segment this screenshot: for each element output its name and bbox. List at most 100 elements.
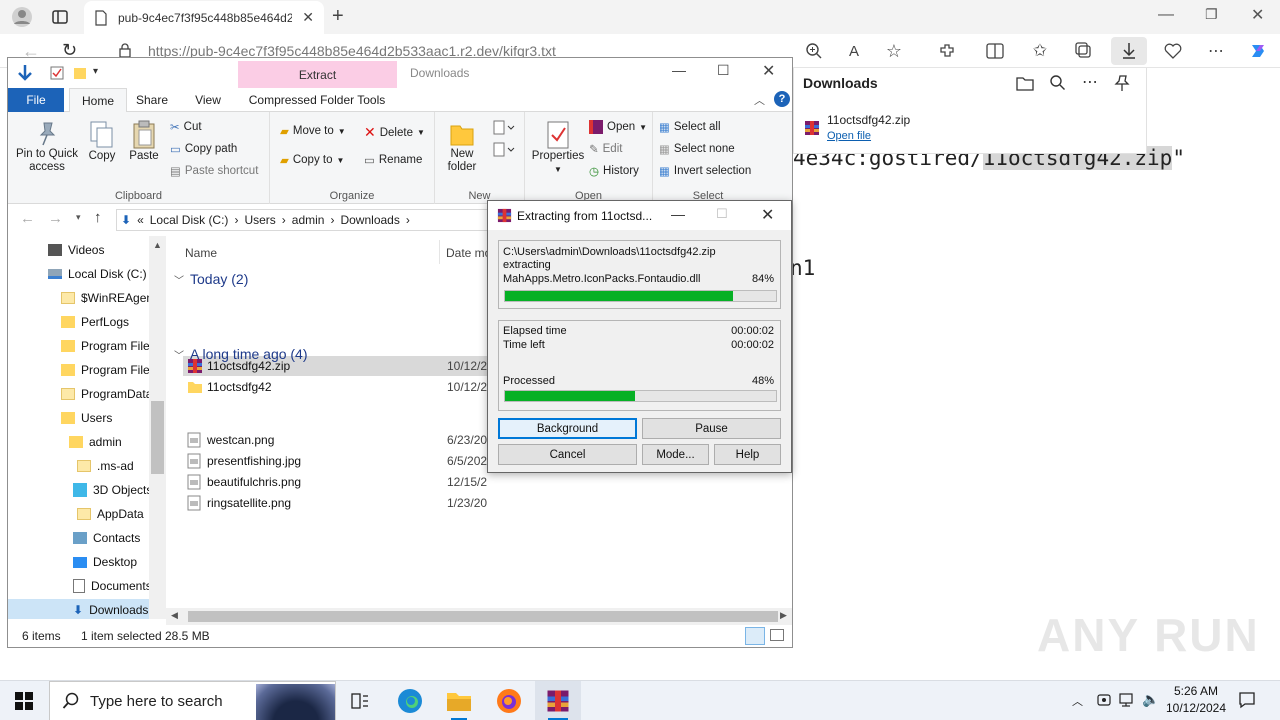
properties-button[interactable]: Properties ▼ [532, 120, 584, 176]
breadcrumb-local-disk[interactable]: Local Disk (C:) [150, 213, 229, 227]
quick-access-down-icon[interactable] [17, 64, 33, 82]
select-none-button[interactable]: ▦ Select none [659, 142, 735, 156]
paste-button[interactable]: Paste [126, 120, 162, 163]
move-to-button[interactable]: ▰ Move to ▼ [280, 124, 346, 138]
background-button[interactable]: Background [498, 418, 637, 439]
tab-actions-icon[interactable] [51, 8, 69, 26]
tab-home[interactable]: Home [69, 88, 127, 113]
up-arrow-icon[interactable]: ↑ [94, 209, 102, 226]
more-menu-icon[interactable]: ⋯ [1205, 40, 1227, 62]
nav-item-contacts[interactable]: Contacts [73, 527, 140, 549]
horizontal-scrollbar-thumb[interactable] [188, 611, 778, 622]
help-icon[interactable]: ? [774, 91, 790, 107]
favorite-star-icon[interactable]: ☆ [883, 40, 905, 62]
maximize-explorer-icon[interactable]: ☐ [717, 62, 730, 79]
new-item-icon[interactable] [493, 120, 515, 136]
nav-item-downloads[interactable]: ⬇ Downloads [8, 599, 149, 619]
column-divider[interactable] [439, 240, 440, 264]
nav-item-program-files-x86[interactable]: Program Files [61, 359, 156, 381]
cut-button[interactable]: ✂ Cut [170, 120, 202, 134]
forward-arrow-icon[interactable]: → [48, 210, 63, 227]
firefox-taskbar-icon[interactable] [489, 685, 529, 717]
browser-tab[interactable]: pub-9c4ec7f3f95c448b85e464d2b ✕ [84, 1, 324, 34]
close-explorer-icon[interactable]: ✕ [762, 61, 775, 81]
file-row[interactable]: 11octsdfg42 10/12/2 [183, 377, 491, 397]
system-clock[interactable]: 5:26 AM 10/12/2024 [1162, 683, 1230, 717]
tab-view[interactable]: View [190, 88, 226, 112]
cancel-button[interactable]: Cancel [498, 444, 637, 465]
nav-item-admin[interactable]: admin [69, 431, 122, 453]
downloads-icon[interactable] [1111, 37, 1147, 65]
tab-share[interactable]: Share [134, 88, 170, 112]
file-row[interactable]: presentfishing.jpg 6/5/202 [183, 451, 491, 471]
copilot-icon[interactable] [1247, 40, 1269, 62]
show-hidden-icons-chevron-icon[interactable]: ︿ [1072, 693, 1083, 709]
performance-icon[interactable] [1162, 40, 1184, 62]
breadcrumb[interactable]: ⬇ « Local Disk (C:) › Users › admin › Downl… [116, 209, 488, 231]
delete-button[interactable]: ✕ Delete ▼ [364, 124, 425, 141]
nav-item-users[interactable]: Users [61, 407, 112, 429]
close-tab-icon[interactable]: ✕ [302, 9, 314, 26]
downloads-more-icon[interactable]: ⋯ [1082, 72, 1098, 92]
network-icon[interactable] [1118, 692, 1136, 708]
help-button[interactable]: Help [714, 444, 781, 465]
breadcrumb-downloads[interactable]: Downloads [340, 213, 399, 227]
copy-to-button[interactable]: ▰ Copy to ▼ [280, 153, 344, 167]
pause-button[interactable]: Pause [642, 418, 781, 439]
task-view-icon[interactable] [340, 685, 380, 717]
extensions-icon[interactable] [936, 40, 958, 62]
notifications-icon[interactable] [1238, 691, 1256, 709]
restore-browser-icon[interactable]: ❐ [1205, 6, 1218, 23]
nav-item-perflogs[interactable]: PerfLogs [61, 311, 129, 333]
lock-icon[interactable] [118, 42, 132, 58]
nav-item-winreagent[interactable]: $WinREAgent [61, 287, 156, 309]
file-row[interactable]: westcan.png 6/23/20 [183, 430, 491, 450]
minimize-browser-icon[interactable]: — [1158, 6, 1174, 24]
edge-taskbar-icon[interactable] [390, 685, 430, 717]
copy-button[interactable]: Copy [84, 120, 120, 163]
large-icons-view-icon[interactable] [770, 629, 784, 641]
paste-shortcut-button[interactable]: ▤ Paste shortcut [170, 164, 258, 178]
extract-context-tab[interactable]: Extract [238, 61, 397, 88]
nav-item-documents[interactable]: Documents [73, 575, 152, 597]
nav-scrollbar-thumb[interactable] [151, 401, 164, 474]
read-aloud-icon[interactable]: A [843, 40, 865, 62]
profile-avatar-icon[interactable] [11, 6, 33, 28]
new-folder-qa-icon[interactable] [73, 66, 87, 80]
open-folder-icon[interactable] [1016, 75, 1034, 91]
pin-icon[interactable] [1114, 74, 1130, 92]
mode-button[interactable]: Mode... [642, 444, 709, 465]
minimize-explorer-icon[interactable]: — [672, 62, 686, 78]
customize-qa-icon[interactable]: ▾ [93, 66, 98, 77]
copy-path-button[interactable]: ▭ Copy path [170, 142, 237, 156]
group-header-older[interactable]: ﹀ A long time ago (4) [174, 346, 308, 362]
download-file-name[interactable]: 11octsdfg42.zip [827, 113, 910, 127]
open-file-link[interactable]: Open file [827, 130, 871, 142]
nav-item-desktop[interactable]: Desktop [73, 551, 137, 573]
nav-item-ms-ad[interactable]: .ms-ad [77, 455, 134, 477]
breadcrumb-admin[interactable]: admin [292, 213, 325, 227]
zoom-icon[interactable] [803, 40, 825, 62]
file-explorer-taskbar-icon[interactable] [439, 685, 479, 720]
new-tab-button[interactable]: + [332, 5, 344, 28]
nav-item-appdata[interactable]: AppData [77, 503, 144, 525]
nav-item-programdata[interactable]: ProgramData [61, 383, 152, 405]
group-header-today[interactable]: ﹀ Today (2) [174, 271, 248, 287]
file-row[interactable]: beautifulchris.png 12/15/2 [183, 472, 491, 492]
collapse-ribbon-icon[interactable]: ︿ [754, 92, 765, 108]
details-view-icon[interactable] [745, 627, 765, 645]
file-row[interactable]: ringsatellite.png 1/23/20 [183, 493, 491, 513]
history-button[interactable]: ◷ History [589, 164, 639, 178]
easy-access-icon[interactable] [493, 142, 515, 158]
nav-item-program-files[interactable]: Program Files [61, 335, 156, 357]
collections-icon[interactable] [1073, 40, 1095, 62]
favorites-icon[interactable]: ✩ [1029, 40, 1051, 62]
rename-button[interactable]: ▭ Rename [364, 153, 422, 167]
invert-selection-button[interactable]: ▦ Invert selection [659, 164, 751, 178]
tab-compressed-folder-tools[interactable]: Compressed Folder Tools [244, 88, 390, 112]
close-dialog-icon[interactable]: ✕ [761, 205, 774, 225]
taskbar-search[interactable]: Type here to search [49, 681, 336, 720]
scroll-right-icon[interactable]: ▶ [780, 610, 787, 621]
pin-quick-access-button[interactable]: Pin to Quick access [14, 120, 80, 174]
column-header-date[interactable]: Date mo [446, 246, 491, 260]
